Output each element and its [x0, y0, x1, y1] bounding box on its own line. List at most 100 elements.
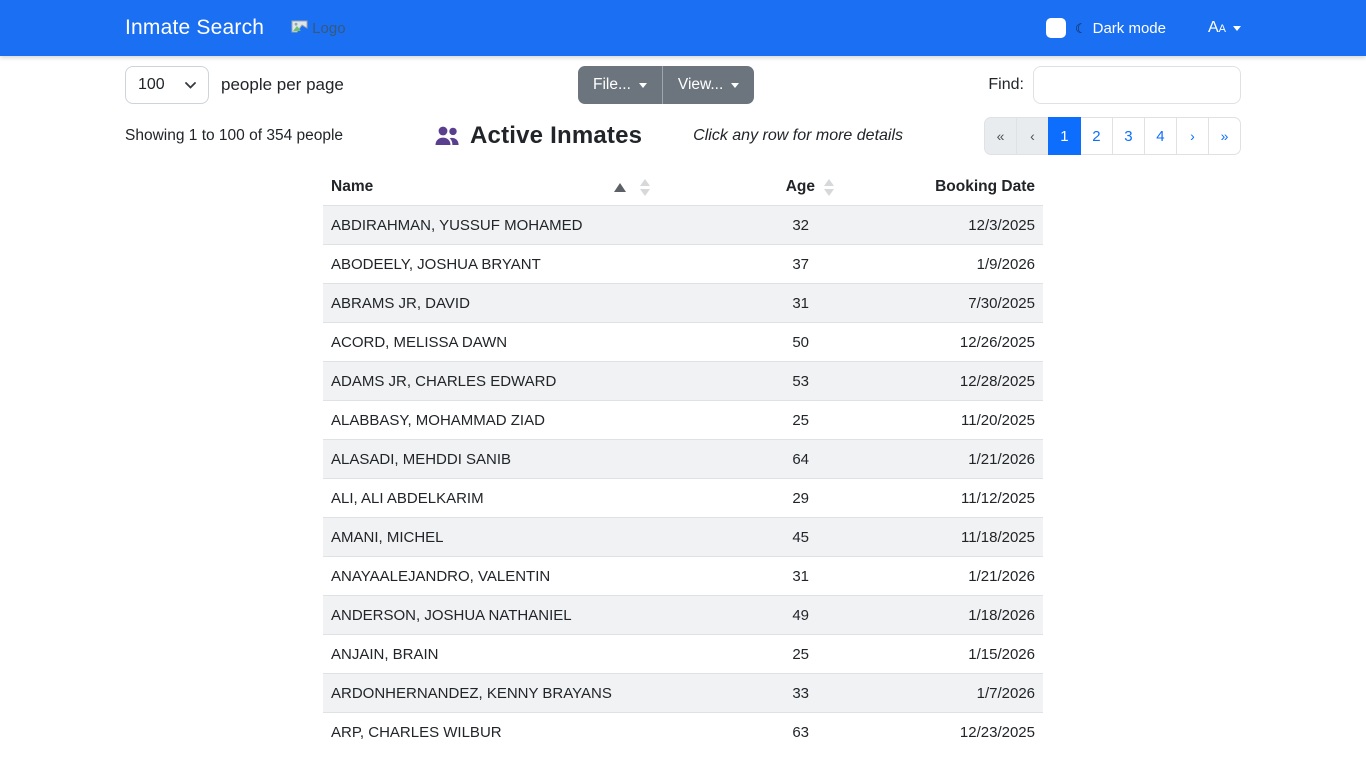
inmate-age: 63: [663, 712, 843, 751]
inmate-name: ANJAIN, BRAIN: [323, 634, 663, 674]
table-header-row: Name Age Booking Date: [323, 169, 1043, 206]
menu-button-group: File... View...: [578, 66, 755, 104]
inmate-name: ANAYAALEJANDRO, VALENTIN: [323, 556, 663, 596]
pagination-first[interactable]: «: [983, 117, 1017, 155]
dark-mode-checkbox[interactable]: [1045, 18, 1066, 38]
inmate-age: 50: [663, 322, 843, 362]
inmate-age: 31: [663, 556, 843, 596]
inmate-booking-date: 11/20/2025: [843, 400, 1043, 440]
table-row[interactable]: ADAMS JR, CHARLES EDWARD 53 12/28/2025: [323, 361, 1043, 401]
people-icon: [435, 126, 459, 145]
inmate-booking-date: 12/23/2025: [843, 712, 1043, 751]
sort-ascending-icon[interactable]: [614, 182, 626, 192]
table-row[interactable]: AMANI, MICHEL 45 11/18/2025: [323, 517, 1043, 557]
inmate-name: ARDONHERNANDEZ, KENNY BRAYANS: [323, 673, 663, 713]
chevron-down-icon: [638, 82, 647, 88]
table-row[interactable]: ACORD, MELISSA DAWN 50 12/26/2025: [323, 322, 1043, 362]
inmate-booking-date: 1/9/2026: [843, 244, 1043, 284]
inmate-age: 25: [663, 634, 843, 674]
inmate-booking-date: 1/15/2026: [843, 634, 1043, 674]
name-column-label: Name: [331, 178, 374, 195]
inmate-age: 45: [663, 517, 843, 557]
inmate-age: 32: [663, 205, 843, 245]
inmate-booking-date: 11/18/2025: [843, 517, 1043, 557]
inmate-name: ACORD, MELISSA DAWN: [323, 322, 663, 362]
inmate-age: 33: [663, 673, 843, 713]
find-label: Find:: [988, 76, 1024, 93]
inmate-booking-date: 1/21/2026: [843, 556, 1043, 596]
inmate-age: 29: [663, 478, 843, 518]
per-page-value: 100: [138, 76, 165, 93]
pagination-last[interactable]: »: [1207, 117, 1241, 155]
sort-unsorted-icon[interactable]: [823, 178, 835, 196]
pagination-page-3[interactable]: 3: [1111, 117, 1145, 155]
inmate-booking-date: 12/3/2025: [843, 205, 1043, 245]
page-title: Active Inmates: [470, 122, 643, 149]
booking-date-column-label: Booking Date: [935, 178, 1035, 195]
table-row[interactable]: ANJAIN, BRAIN 25 1/15/2026: [323, 634, 1043, 674]
table-body: ABDIRAHMAN, YUSSUF MOHAMED 32 12/3/2025 …: [323, 205, 1043, 751]
find-input[interactable]: [1032, 66, 1241, 104]
showing-count: Showing 1 to 100 of 354 people: [125, 127, 344, 144]
inmate-booking-date: 12/28/2025: [843, 361, 1043, 401]
table-row[interactable]: ARDONHERNANDEZ, KENNY BRAYANS 33 1/7/202…: [323, 673, 1043, 713]
inmate-age: 25: [663, 400, 843, 440]
per-page-label: people per page: [221, 75, 344, 94]
table-row[interactable]: ARP, CHARLES WILBUR 63 12/23/2025: [323, 712, 1043, 751]
table-row[interactable]: ALI, ALI ABDELKARIM 29 11/12/2025: [323, 478, 1043, 518]
pagination-prev[interactable]: ‹: [1015, 117, 1049, 155]
table-row[interactable]: ALASADI, MEHDDI SANIB 64 1/21/2026: [323, 439, 1043, 479]
logo-alt-text: Logo: [312, 19, 346, 37]
table-row[interactable]: ABODEELY, JOSHUA BRYANT 37 1/9/2026: [323, 244, 1043, 284]
inmate-age: 37: [663, 244, 843, 284]
inmate-booking-date: 1/21/2026: [843, 439, 1043, 479]
navbar: Inmate Search Logo ☾ Dark mode Aa: [0, 0, 1366, 56]
column-header-booking-date[interactable]: Booking Date: [843, 169, 1043, 206]
logo[interactable]: Logo: [290, 19, 346, 37]
table-row[interactable]: ALABBASY, MOHAMMAD ZIAD 25 11/20/2025: [323, 400, 1043, 440]
table-row[interactable]: ABRAMS JR, DAVID 31 7/30/2025: [323, 283, 1043, 323]
inmate-name: ANDERSON, JOSHUA NATHANIEL: [323, 595, 663, 635]
controls-row: 100 people per page File... View... Find…: [125, 65, 1241, 105]
file-menu-button[interactable]: File...: [578, 66, 662, 104]
inmates-table: Name Age Booking Date ABDIRAHMAN, YUSSUF…: [323, 169, 1043, 751]
inmate-name: AMANI, MICHEL: [323, 517, 663, 557]
pagination-page-1[interactable]: 1: [1047, 117, 1081, 155]
inmate-name: ALASADI, MEHDDI SANIB: [323, 439, 663, 479]
chevron-down-icon: [731, 82, 740, 88]
pagination-next[interactable]: ›: [1175, 117, 1209, 155]
inmate-name: ABRAMS JR, DAVID: [323, 283, 663, 323]
inmate-name: ALI, ALI ABDELKARIM: [323, 478, 663, 518]
dark-mode-label: Dark mode: [1092, 19, 1166, 37]
per-page-select[interactable]: 100: [125, 66, 209, 104]
inmate-booking-date: 7/30/2025: [843, 283, 1043, 323]
inmate-booking-date: 11/12/2025: [843, 478, 1043, 518]
view-menu-button[interactable]: View...: [661, 66, 755, 104]
view-menu-label: View...: [677, 76, 724, 93]
font-size-dropdown[interactable]: Aa: [1208, 19, 1241, 37]
row-click-hint: Click any row for more details: [693, 127, 904, 144]
inmate-name: ADAMS JR, CHARLES EDWARD: [323, 361, 663, 401]
chevron-down-icon: [185, 81, 196, 89]
column-header-age[interactable]: Age: [663, 169, 843, 206]
font-size-label: Aa: [1207, 19, 1226, 36]
inmate-age: 31: [663, 283, 843, 323]
table-row[interactable]: ABDIRAHMAN, YUSSUF MOHAMED 32 12/3/2025: [323, 205, 1043, 245]
inmate-name: ABODEELY, JOSHUA BRYANT: [323, 244, 663, 284]
pagination-page-2[interactable]: 2: [1079, 117, 1113, 155]
inmate-age: 64: [663, 439, 843, 479]
inmate-name: ARP, CHARLES WILBUR: [323, 712, 663, 751]
app-title[interactable]: Inmate Search: [125, 16, 264, 40]
table-row[interactable]: ANDERSON, JOSHUA NATHANIEL 49 1/18/2026: [323, 595, 1043, 635]
age-column-label: Age: [785, 178, 815, 195]
summary-row: Showing 1 to 100 of 354 people Active In…: [125, 117, 1241, 155]
sort-unsorted-icon[interactable]: [639, 178, 651, 196]
pagination-page-4[interactable]: 4: [1143, 117, 1177, 155]
inmate-booking-date: 1/18/2026: [843, 595, 1043, 635]
column-header-name[interactable]: Name: [323, 169, 663, 206]
pagination: « ‹ 1 2 3 4 › »: [983, 117, 1241, 155]
broken-image-icon: [291, 20, 308, 32]
inmate-name: ABDIRAHMAN, YUSSUF MOHAMED: [323, 205, 663, 245]
table-row[interactable]: ANAYAALEJANDRO, VALENTIN 31 1/21/2026: [323, 556, 1043, 596]
inmate-age: 49: [663, 595, 843, 635]
